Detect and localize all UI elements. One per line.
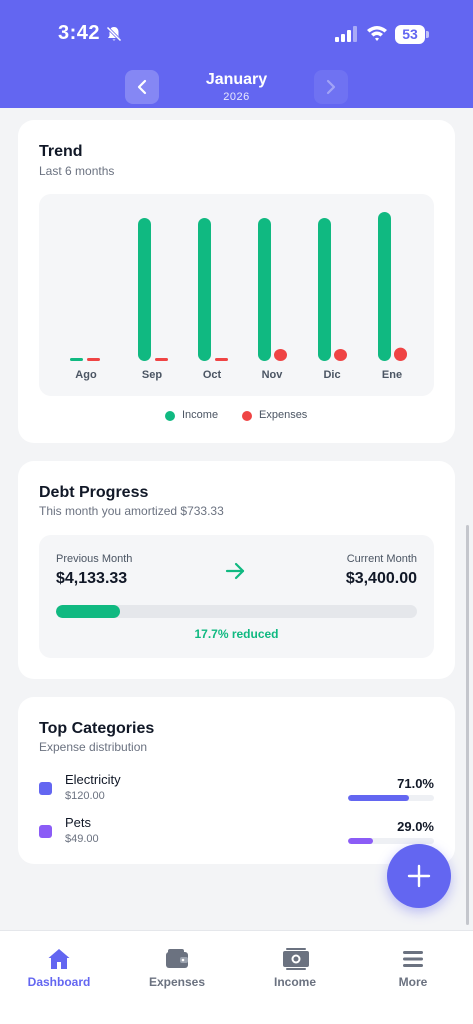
expense-bar <box>394 347 407 361</box>
category-color-swatch <box>39 782 52 795</box>
plus-icon <box>407 864 431 888</box>
next-month-button[interactable] <box>314 70 348 104</box>
menu-icon <box>403 951 423 967</box>
app-header: 3:42 53 January 2026 <box>0 0 473 108</box>
categories-subtitle: Expense distribution <box>39 740 148 754</box>
income-bar <box>318 217 331 361</box>
tab-more-label: More <box>398 975 428 989</box>
bottom-navigation: Dashboard Expenses Income More <box>0 930 473 1024</box>
silent-bell-icon <box>106 26 122 42</box>
legend-expenses-label: Expenses <box>259 409 308 421</box>
x-tick-label: Nov <box>262 369 284 381</box>
scrollbar[interactable] <box>466 525 469 925</box>
income-bar <box>138 217 151 361</box>
category-name: Electricity <box>65 772 121 787</box>
expense-bar <box>334 349 347 361</box>
category-row[interactable]: Pets $49.00 29.0% <box>39 815 434 851</box>
category-row[interactable]: Electricity $120.00 71.0% <box>39 772 434 808</box>
current-month-label: Current Month <box>346 553 417 565</box>
tab-dashboard-label: Dashboard <box>27 975 91 989</box>
category-amount: $49.00 <box>65 833 99 845</box>
battery-icon: 53 <box>395 25 429 44</box>
category-share-fill <box>348 795 410 801</box>
previous-month-value: $4,133.33 <box>56 570 128 587</box>
x-tick-label: Oct <box>203 369 222 381</box>
category-share-fill <box>348 838 373 844</box>
income-bar <box>70 358 83 361</box>
legend-income-dot <box>165 411 175 421</box>
month-title: January <box>205 71 268 88</box>
category-percent: 71.0% <box>397 776 434 791</box>
tab-expenses-label: Expenses <box>148 975 206 989</box>
debt-progress-fill <box>56 605 120 618</box>
x-tick-label: Dic <box>323 369 340 381</box>
tab-income-label: Income <box>273 975 316 989</box>
reduced-text: 17.7% reduced <box>194 627 279 641</box>
wallet-icon <box>166 949 188 968</box>
status-time: 3:42 <box>58 22 101 44</box>
chart-legend: Income Expenses <box>18 409 455 425</box>
debt-summary: Previous Month $4,133.33 Current Month $… <box>39 535 434 658</box>
income-bar <box>198 217 211 361</box>
month-year: 2026 <box>223 91 250 103</box>
tab-income[interactable]: Income <box>236 931 354 1001</box>
expense-bar <box>274 349 287 361</box>
legend-income-label: Income <box>182 409 219 421</box>
category-percent: 29.0% <box>397 819 434 834</box>
battery-level: 53 <box>395 25 425 44</box>
category-share-bar <box>348 795 434 801</box>
x-tick-label: Ene <box>382 369 402 381</box>
tab-more[interactable]: More <box>354 931 472 1001</box>
home-icon <box>48 949 70 969</box>
debt-progress-bar <box>56 605 417 618</box>
category-color-swatch <box>39 825 52 838</box>
income-bar <box>378 212 391 361</box>
month-navigator: January 2026 <box>0 70 473 106</box>
legend-expenses-dot <box>242 411 252 421</box>
tab-expenses[interactable]: Expenses <box>118 931 236 1001</box>
trend-title: Trend <box>39 143 83 160</box>
add-transaction-button[interactable] <box>387 844 451 908</box>
status-bar: 3:42 53 <box>0 0 473 60</box>
categories-title: Top Categories <box>39 720 155 737</box>
tab-dashboard[interactable]: Dashboard <box>0 931 118 1001</box>
category-name: Pets <box>65 815 92 830</box>
trend-chart-svg: Ago Sep Oct Nov Dic Ene <box>70 212 407 381</box>
debt-title: Debt Progress <box>39 484 149 501</box>
signal-icon <box>335 26 357 42</box>
expense-bar <box>87 358 100 361</box>
trend-card: Trend Last 6 months Ago Sep Oct Nov Dic Ene I… <box>18 120 455 443</box>
income-bar <box>258 217 271 361</box>
top-categories-card: Top Categories Expense distribution Elec… <box>18 697 455 864</box>
current-month-value: $3,400.00 <box>345 570 417 587</box>
expense-bar <box>155 358 168 361</box>
x-tick-label: Sep <box>142 369 162 381</box>
trend-chart: Ago Sep Oct Nov Dic Ene <box>39 194 434 396</box>
debt-subtitle: This month you amortized $733.33 <box>39 504 224 518</box>
trend-subtitle: Last 6 months <box>39 164 115 178</box>
previous-month-label: Previous Month <box>56 553 133 565</box>
expense-bar <box>215 358 228 361</box>
cash-icon <box>283 948 309 970</box>
chevron-right-icon <box>326 79 336 95</box>
arrow-right-icon <box>225 562 245 580</box>
category-amount: $120.00 <box>65 790 105 802</box>
x-tick-label: Ago <box>75 369 97 381</box>
debt-progress-card: Debt Progress This month you amortized $… <box>18 461 455 679</box>
wifi-icon <box>367 26 387 41</box>
